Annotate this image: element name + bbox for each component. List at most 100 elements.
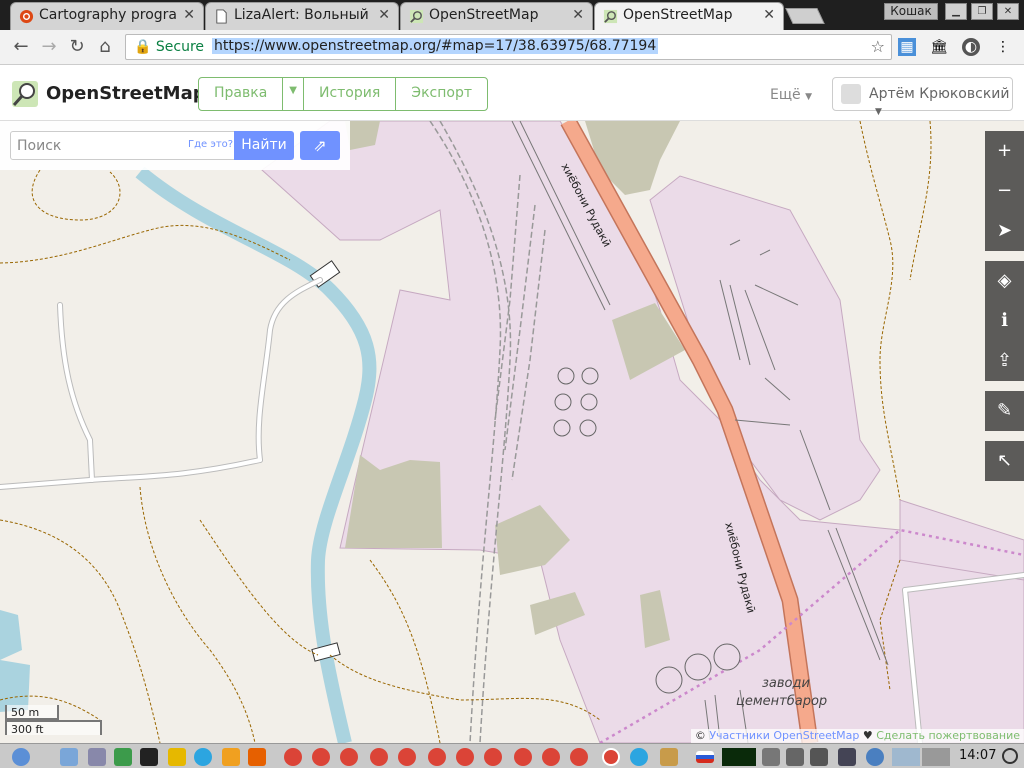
zoom-in-icon[interactable]: + xyxy=(985,131,1024,171)
contributors-link[interactable]: Участники OpenStreetMap xyxy=(709,729,859,742)
chrome-window-icon[interactable] xyxy=(370,748,388,766)
file-manager-icon[interactable] xyxy=(88,748,106,766)
tools-icon[interactable] xyxy=(168,748,186,766)
app-window-icon[interactable] xyxy=(660,748,678,766)
browser-tab-strip: Cartography progra ✕ LizaAlert: Вольный … xyxy=(0,0,1024,30)
donate-link[interactable]: Сделать пожертвование xyxy=(876,729,1020,742)
network-icon[interactable] xyxy=(866,748,884,766)
url-text[interactable]: https://www.openstreetmap.org/#map=17/38… xyxy=(212,38,659,54)
network-signal-icon[interactable] xyxy=(838,748,856,766)
menu-kebab-icon[interactable]: ⋮ xyxy=(994,38,1012,56)
scale-bar: 50 m 300 ft xyxy=(5,705,102,736)
chrome-window-icon[interactable] xyxy=(312,748,330,766)
map-attribution: © Участники OpenStreetMap ♥ Сделать поже… xyxy=(690,729,1024,743)
directions-icon[interactable]: ⇗ xyxy=(300,131,340,160)
chrome-window-icon[interactable] xyxy=(340,748,358,766)
system-tray-icon[interactable] xyxy=(762,748,780,766)
document-icon xyxy=(216,9,227,24)
start-menu-icon[interactable] xyxy=(12,748,30,766)
map-canvas[interactable]: хиёбони Рудакӣ хиёбони Рудакӣ заводи цем… xyxy=(0,121,1024,743)
edit-dropdown-caret-icon[interactable]: ▼ xyxy=(283,78,304,110)
workspace-2[interactable] xyxy=(922,748,950,766)
telegram-icon[interactable] xyxy=(194,748,212,766)
browser-toolbar: ← → ↻ ⌂ 🔒 Secure https://www.openstreetm… xyxy=(0,30,1024,65)
share-icon[interactable]: ⇪ xyxy=(985,341,1024,381)
more-menu[interactable]: Ещё ▼ xyxy=(770,87,812,103)
user-menu-button[interactable]: Артём Крюковский ▼ xyxy=(832,77,1013,117)
user-name: Артём Крюковский xyxy=(869,86,1010,102)
chrome-window-active-icon[interactable] xyxy=(602,748,620,766)
cpu-monitor-icon xyxy=(722,748,756,766)
osm-logo-icon[interactable] xyxy=(10,79,40,109)
chrome-window-icon[interactable] xyxy=(456,748,474,766)
query-features-icon[interactable]: ↖ xyxy=(985,441,1024,481)
close-icon[interactable]: ✕ xyxy=(763,7,775,23)
add-note-icon[interactable]: ✎ xyxy=(985,391,1024,431)
chrome-window-icon[interactable] xyxy=(570,748,588,766)
close-icon[interactable]: ✕ xyxy=(572,7,584,23)
clock[interactable]: 14:07 xyxy=(959,748,996,763)
brand-name[interactable]: OpenStreetMap xyxy=(46,83,206,104)
note-tools: ✎ xyxy=(985,391,1024,431)
chrome-window-icon[interactable] xyxy=(542,748,560,766)
scale-imperial: 300 ft xyxy=(5,720,102,736)
firefox-icon[interactable] xyxy=(248,748,266,766)
geolocate-icon[interactable]: ➤ xyxy=(985,211,1024,251)
secure-indicator[interactable]: 🔒 Secure xyxy=(134,39,204,55)
museum-icon[interactable]: 🏛 xyxy=(930,38,948,56)
window-list-icon[interactable] xyxy=(60,748,78,766)
secure-label: Secure xyxy=(155,39,205,55)
chrome-window-icon[interactable] xyxy=(398,748,416,766)
browser-tab[interactable]: LizaAlert: Вольный ✕ xyxy=(205,2,399,30)
search-button[interactable]: Найти xyxy=(234,131,294,160)
chrome-window-icon[interactable] xyxy=(428,748,446,766)
browser-tab[interactable]: OpenStreetMap ✕ xyxy=(400,2,593,30)
battery-icon[interactable] xyxy=(786,748,804,766)
keyboard-icon[interactable] xyxy=(810,748,828,766)
search-panel: Поиск Где это? Найти ⇗ xyxy=(0,121,350,170)
browser-tab-active[interactable]: OpenStreetMap ✕ xyxy=(594,2,784,30)
map-tools: ◈ ℹ ⇪ xyxy=(985,261,1024,381)
chrome-window-icon[interactable] xyxy=(514,748,532,766)
power-icon[interactable] xyxy=(1002,748,1018,764)
close-window-button[interactable]: ✕ xyxy=(997,3,1019,20)
chrome-window-icon[interactable] xyxy=(484,748,502,766)
zoom-out-icon[interactable]: − xyxy=(985,171,1024,211)
reload-icon[interactable]: ↻ xyxy=(66,37,88,59)
export-button[interactable]: Экспорт xyxy=(396,78,487,110)
attribution-prefix: © xyxy=(694,729,710,742)
os-taskbar: 14:07 xyxy=(0,743,1024,768)
nav-button-group: Правка ▼ История Экспорт xyxy=(198,77,488,111)
browser-tab[interactable]: Cartography progra ✕ xyxy=(10,2,204,30)
maximize-button[interactable]: ❐ xyxy=(971,3,993,20)
history-button[interactable]: История xyxy=(304,78,397,110)
extension-icon[interactable]: ▦ xyxy=(898,38,916,56)
forward-icon[interactable]: → xyxy=(38,37,60,59)
terminal-icon[interactable] xyxy=(140,748,158,766)
chevron-down-icon: ▼ xyxy=(875,107,882,117)
area-label: заводи xyxy=(762,676,810,691)
minimize-button[interactable]: ▁ xyxy=(945,3,967,20)
heart-icon: ♥ xyxy=(859,729,877,742)
chrome-window-icon[interactable] xyxy=(284,748,302,766)
xmind-icon[interactable] xyxy=(222,748,240,766)
layers-icon[interactable]: ◈ xyxy=(985,261,1024,301)
close-icon[interactable]: ✕ xyxy=(183,7,195,23)
where-is-this-link[interactable]: Где это? xyxy=(188,139,233,150)
query-tools: ↖ xyxy=(985,441,1024,481)
bookmark-star-icon[interactable]: ☆ xyxy=(871,37,885,56)
address-bar[interactable]: 🔒 Secure https://www.openstreetmap.org/#… xyxy=(125,34,892,60)
edit-button[interactable]: Правка xyxy=(199,78,284,110)
close-icon[interactable]: ✕ xyxy=(378,7,390,23)
map-tiles[interactable] xyxy=(0,121,1024,743)
profile-name[interactable]: Кошак xyxy=(884,3,938,20)
home-icon[interactable]: ⌂ xyxy=(94,37,116,59)
new-tab-button[interactable] xyxy=(785,8,825,24)
back-icon[interactable]: ← xyxy=(10,37,32,59)
workspace-1[interactable] xyxy=(892,748,920,766)
telegram-window-icon[interactable] xyxy=(630,748,648,766)
chrome-icon[interactable] xyxy=(114,748,132,766)
keyboard-layout-flag-icon[interactable] xyxy=(696,751,714,763)
info-icon[interactable]: ℹ xyxy=(985,301,1024,341)
extension-globe-icon[interactable]: ◐ xyxy=(962,38,980,56)
